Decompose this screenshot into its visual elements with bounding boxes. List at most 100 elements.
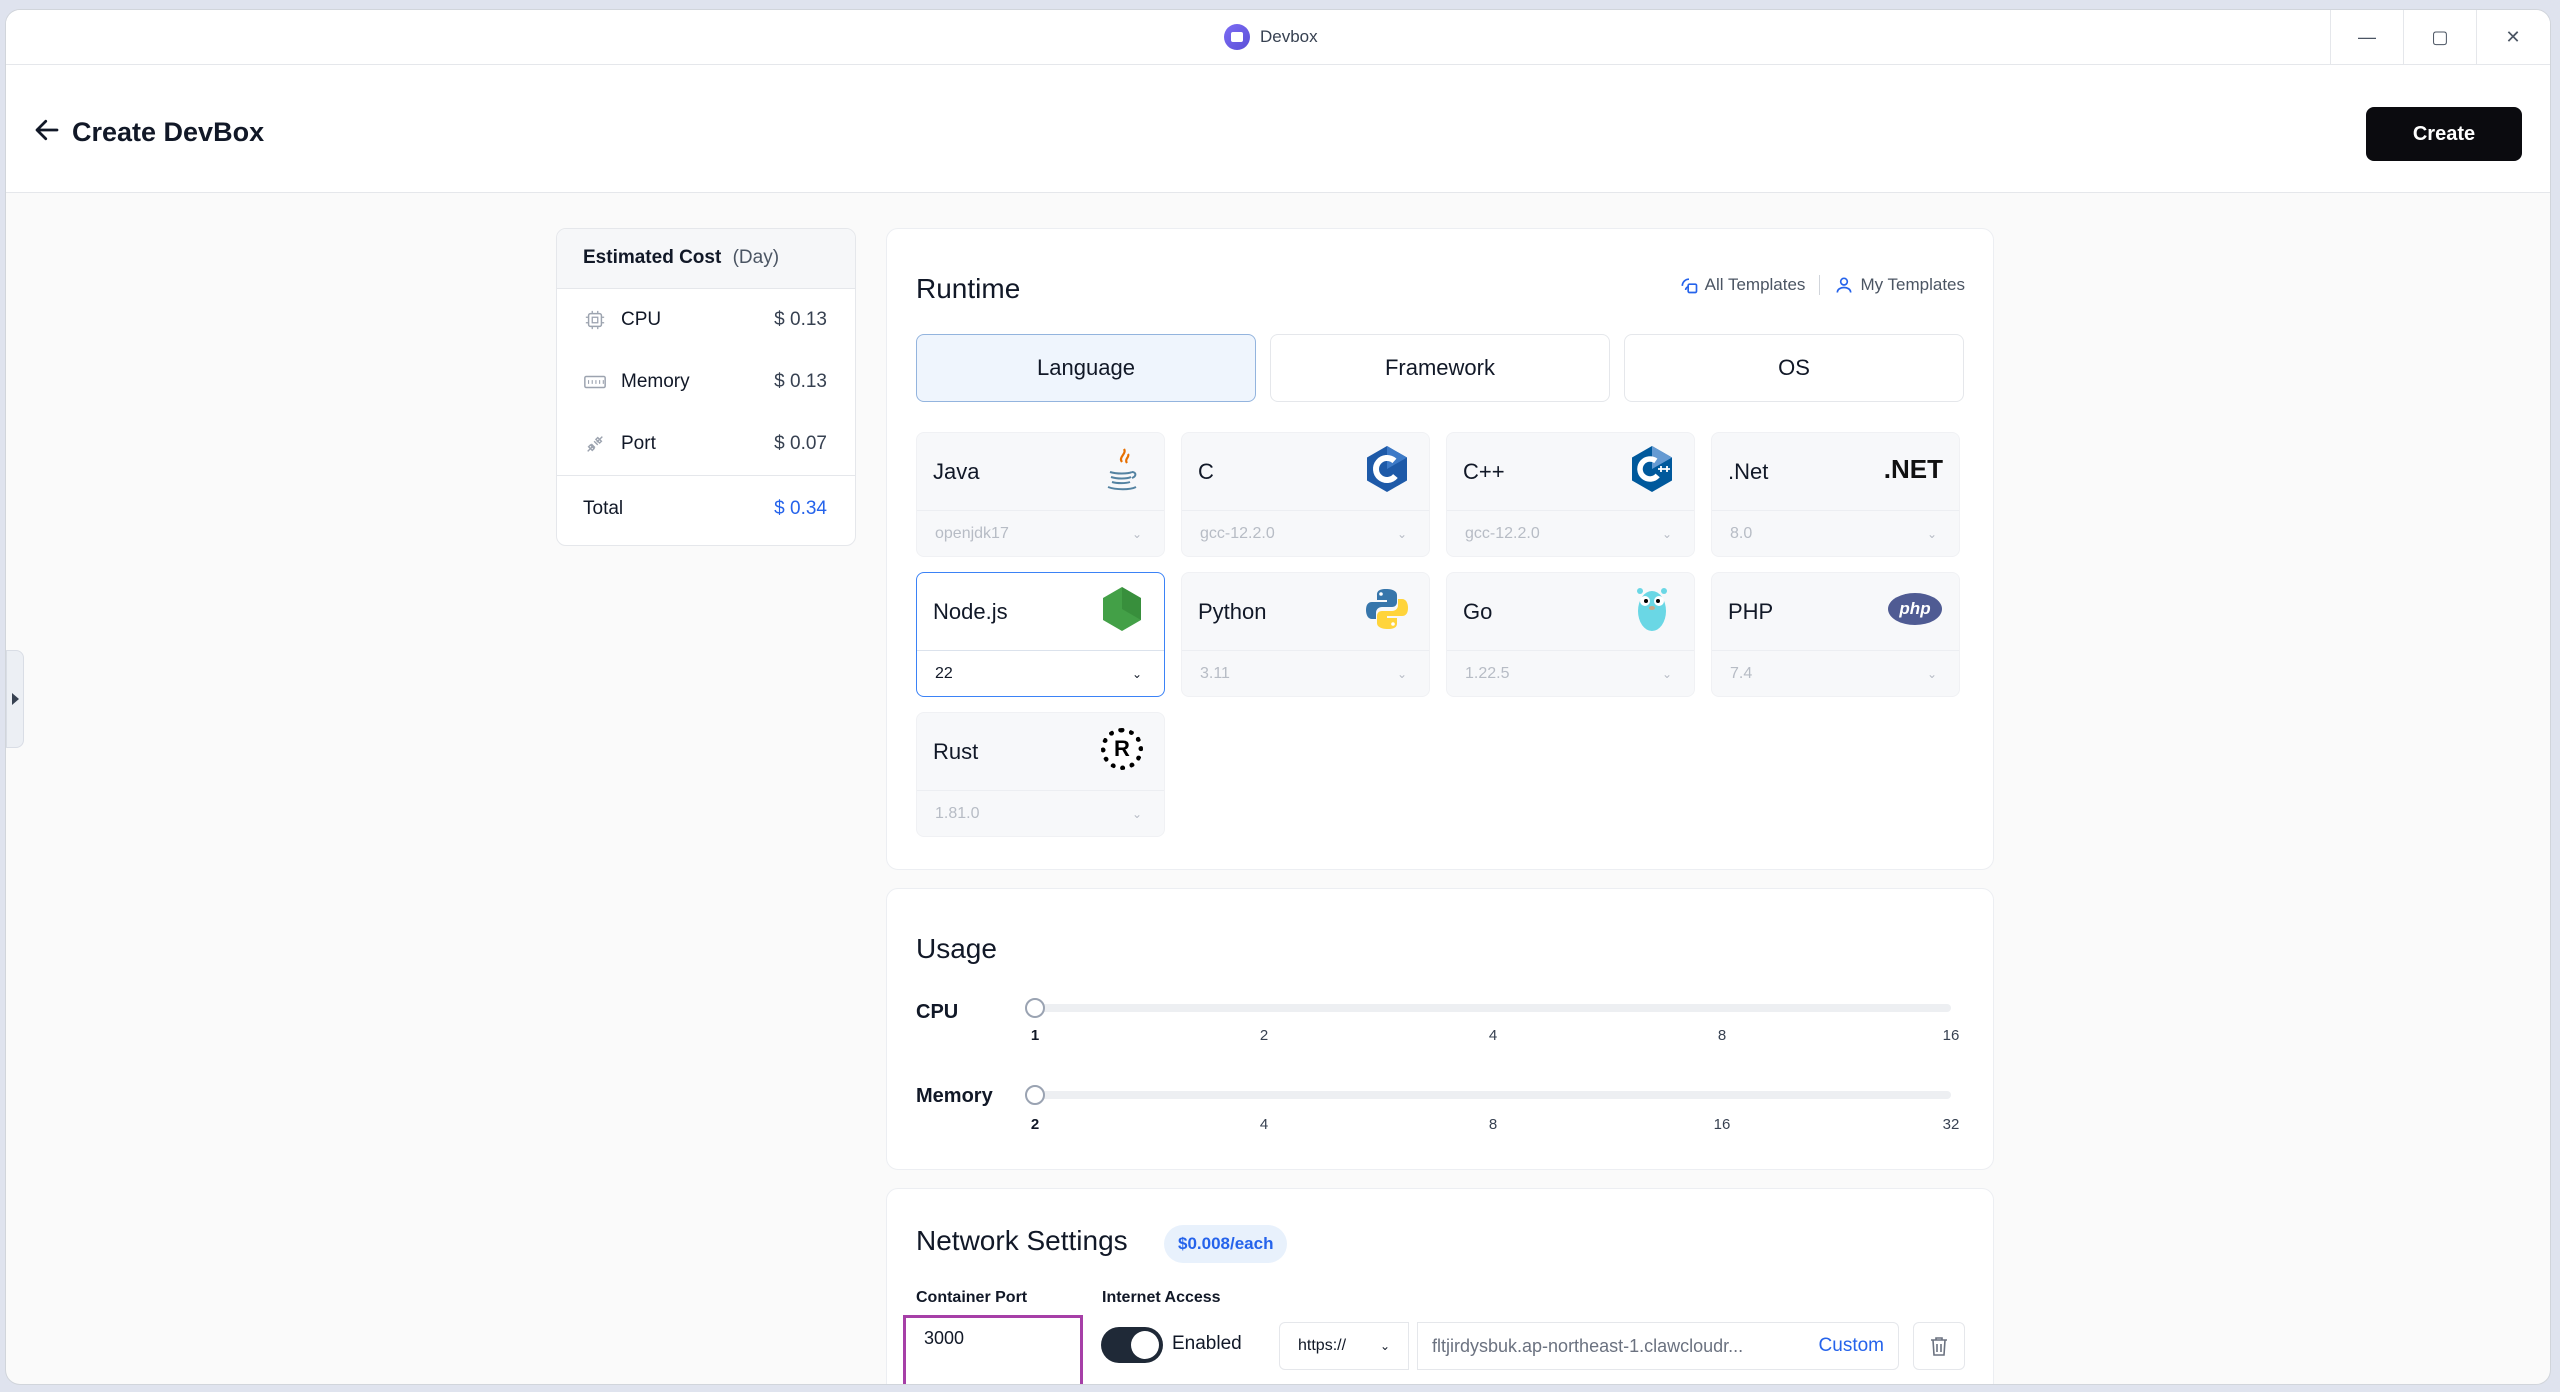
back-arrow-icon[interactable] bbox=[32, 115, 62, 145]
chevron-down-icon: ⌄ bbox=[1396, 526, 1407, 541]
divider bbox=[1819, 275, 1821, 295]
version-value: 8.0 bbox=[1730, 524, 1753, 542]
maximize-icon: ▢ bbox=[2431, 27, 2449, 47]
language-card-cpp[interactable]: C++ gcc-12.2.0 ⌄ bbox=[1446, 432, 1695, 557]
estimated-cost-card: Estimated Cost (Day) CPU $ 0.13 Memory $… bbox=[556, 228, 856, 546]
maximize-button[interactable]: ▢ bbox=[2403, 10, 2476, 65]
version-value: gcc-12.2.0 bbox=[1200, 524, 1275, 542]
language-name: Rust bbox=[933, 739, 979, 764]
c-icon bbox=[1363, 445, 1411, 493]
cpu-icon bbox=[583, 308, 607, 332]
version-value: gcc-12.2.0 bbox=[1465, 524, 1540, 542]
cost-value: $ 0.13 bbox=[774, 309, 827, 330]
trash-icon bbox=[1931, 1337, 1947, 1356]
language-card-c[interactable]: C gcc-12.2.0 ⌄ bbox=[1181, 432, 1430, 557]
custom-domain-link[interactable]: Custom bbox=[1819, 1335, 1884, 1357]
my-templates-label: My Templates bbox=[1860, 275, 1965, 294]
close-icon: ✕ bbox=[2505, 27, 2521, 47]
tab-language[interactable]: Language bbox=[916, 334, 1256, 402]
public-domain-field: fltjirdysbuk.ap-northeast-1.clawcloudr..… bbox=[1417, 1322, 1899, 1370]
cost-value: $ 0.13 bbox=[774, 371, 827, 392]
page-title: Create DevBox bbox=[72, 117, 265, 147]
chevron-down-icon: ⌄ bbox=[1661, 526, 1672, 541]
chevron-down-icon: ⌄ bbox=[1926, 666, 1937, 681]
php-icon: php bbox=[1887, 585, 1943, 633]
runtime-card: Runtime All Templates My Templates Langu… bbox=[886, 228, 1994, 870]
memory-icon bbox=[583, 370, 607, 394]
memory-tick: 4 bbox=[1259, 1116, 1269, 1133]
user-icon bbox=[1836, 277, 1852, 293]
network-title: Network Settings bbox=[916, 1225, 1128, 1256]
language-card-java[interactable]: Java openjdk17 ⌄ bbox=[916, 432, 1165, 557]
all-templates-label: All Templates bbox=[1704, 275, 1806, 294]
tab-framework[interactable]: Framework bbox=[1270, 334, 1610, 402]
memory-slider-handle[interactable] bbox=[1025, 1085, 1045, 1105]
internet-access-label: Internet Access bbox=[1102, 1289, 1221, 1306]
cpp-icon bbox=[1628, 445, 1676, 493]
sidebar-expand-handle[interactable] bbox=[6, 650, 24, 748]
usage-card: Usage CPU 1 2 4 8 16 Memory 2 4 8 16 32 bbox=[886, 888, 1994, 1170]
total-label: Total bbox=[583, 497, 624, 519]
version-value: 1.22.5 bbox=[1465, 664, 1510, 682]
version-select[interactable]: 3.11 ⌄ bbox=[1182, 650, 1429, 696]
container-port-input[interactable]: 3000 bbox=[903, 1315, 1083, 1384]
version-select[interactable]: 1.81.0 ⌄ bbox=[917, 790, 1164, 836]
internet-access-toggle[interactable] bbox=[1101, 1327, 1163, 1363]
protocol-select[interactable]: https:// ⌄ bbox=[1279, 1322, 1409, 1370]
my-templates-link[interactable]: My Templates bbox=[1834, 275, 1965, 295]
cost-label: CPU bbox=[621, 309, 662, 330]
language-card-rust[interactable]: Rust R 1.81.0 ⌄ bbox=[916, 712, 1165, 837]
chevron-down-icon: ⌄ bbox=[1926, 526, 1937, 541]
cpu-slider-track[interactable] bbox=[1035, 1004, 1951, 1012]
version-select[interactable]: 7.4 ⌄ bbox=[1712, 650, 1959, 696]
cost-title: Estimated Cost bbox=[583, 247, 722, 268]
language-name: PHP bbox=[1728, 599, 1774, 624]
internet-access-status: Enabled bbox=[1172, 1333, 1242, 1354]
version-select[interactable]: openjdk17 ⌄ bbox=[917, 510, 1164, 556]
version-value: 3.11 bbox=[1200, 664, 1230, 682]
port-icon bbox=[583, 432, 607, 456]
chevron-down-icon: ⌄ bbox=[1131, 666, 1142, 681]
app-name: Devbox bbox=[1260, 27, 1318, 46]
memory-slider-track[interactable] bbox=[1035, 1091, 1951, 1099]
cost-row-memory: Memory $ 0.13 bbox=[557, 351, 855, 413]
dotnet-icon: .NET bbox=[1883, 453, 1943, 484]
create-button[interactable]: Create bbox=[2366, 107, 2522, 161]
cost-row-total: Total $ 0.34 bbox=[557, 475, 855, 541]
tab-os[interactable]: OS bbox=[1624, 334, 1964, 402]
container-port-label: Container Port bbox=[916, 1289, 1028, 1306]
usage-title: Usage bbox=[916, 933, 997, 964]
php-logo-text: php bbox=[1888, 593, 1942, 625]
version-select[interactable]: 22 ⌄ bbox=[917, 650, 1164, 696]
cost-value: $ 0.07 bbox=[774, 433, 827, 454]
chevron-down-icon: ⌄ bbox=[1396, 666, 1407, 681]
language-card-nodejs[interactable]: Node.js 22 ⌄ bbox=[916, 572, 1165, 697]
memory-slider-label: Memory bbox=[916, 1085, 993, 1107]
delete-port-button[interactable] bbox=[1913, 1322, 1965, 1370]
devbox-window: Devbox — ▢ ✕ Create DevBox Create Estima… bbox=[6, 10, 2550, 1384]
cost-label: Memory bbox=[621, 371, 690, 392]
language-card-php[interactable]: PHP php 7.4 ⌄ bbox=[1711, 572, 1960, 697]
network-settings-card: Network Settings $0.008/each Container P… bbox=[886, 1188, 1994, 1384]
memory-tick: 8 bbox=[1488, 1116, 1498, 1133]
language-card-dotnet[interactable]: .Net .NET 8.0 ⌄ bbox=[1711, 432, 1960, 557]
go-icon bbox=[1628, 585, 1676, 633]
runtime-title: Runtime bbox=[916, 273, 1021, 304]
version-value: 1.81.0 bbox=[935, 804, 980, 822]
version-value: openjdk17 bbox=[935, 524, 1009, 542]
version-select[interactable]: 1.22.5 ⌄ bbox=[1447, 650, 1694, 696]
version-select[interactable]: 8.0 ⌄ bbox=[1712, 510, 1959, 556]
python-icon bbox=[1363, 585, 1411, 633]
close-button[interactable]: ✕ bbox=[2476, 10, 2549, 65]
language-card-python[interactable]: Python 3.11 ⌄ bbox=[1181, 572, 1430, 697]
version-select[interactable]: gcc-12.2.0 ⌄ bbox=[1447, 510, 1694, 556]
language-card-go[interactable]: Go 1.22.5 ⌄ bbox=[1446, 572, 1695, 697]
chevron-down-icon: ⌄ bbox=[1131, 526, 1142, 541]
page-header: Create DevBox Create bbox=[6, 65, 2550, 193]
memory-tick: 32 bbox=[1942, 1116, 1960, 1133]
minimize-button[interactable]: — bbox=[2330, 10, 2403, 65]
memory-tick: 16 bbox=[1713, 1116, 1731, 1133]
cpu-slider-handle[interactable] bbox=[1025, 998, 1045, 1018]
version-select[interactable]: gcc-12.2.0 ⌄ bbox=[1182, 510, 1429, 556]
all-templates-link[interactable]: All Templates bbox=[1679, 275, 1806, 295]
